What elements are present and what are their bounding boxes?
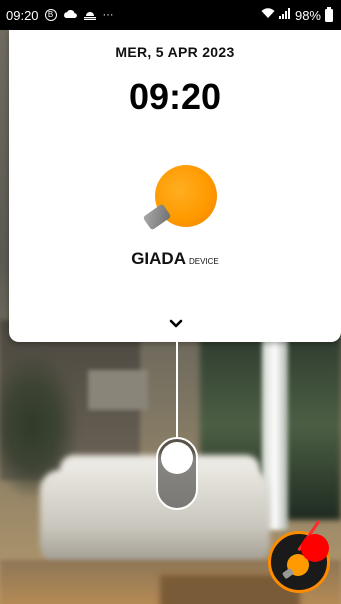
status-bar: 09:20 B ··· 98%: [0, 0, 341, 30]
connector-line: [176, 342, 178, 438]
more-notifications: ···: [102, 8, 114, 21]
power-toggle[interactable]: [156, 437, 198, 510]
toggle-knob[interactable]: [161, 442, 193, 474]
wifi-icon: [261, 8, 275, 22]
battery-percent: 98%: [294, 7, 321, 23]
device-card: MER, 5 APR 2023 09:20 GIADA DEVICE: [9, 30, 341, 342]
clock-time: 09:20: [128, 76, 222, 117]
cloud-icon: [63, 9, 77, 22]
sofa: [40, 470, 270, 565]
sunrise-icon: [83, 8, 97, 23]
date-label: MER, 5 APR 2023: [115, 44, 235, 60]
device-name: GIADA: [131, 249, 186, 268]
device-label: GIADA DEVICE: [9, 249, 341, 269]
signal-icon: [278, 8, 291, 22]
chevron-down-icon[interactable]: [169, 317, 183, 331]
indicator-dot[interactable]: [301, 534, 329, 562]
bulb-icon[interactable]: [142, 165, 225, 235]
status-bar-left: 09:20 B ···: [6, 8, 114, 23]
b-icon: B: [44, 9, 57, 21]
picture-frame: [88, 370, 148, 410]
battery-icon: [325, 6, 333, 22]
status-bar-right: 98%: [261, 6, 333, 23]
device-type: DEVICE: [188, 257, 219, 266]
status-time: 09:20: [6, 7, 39, 23]
